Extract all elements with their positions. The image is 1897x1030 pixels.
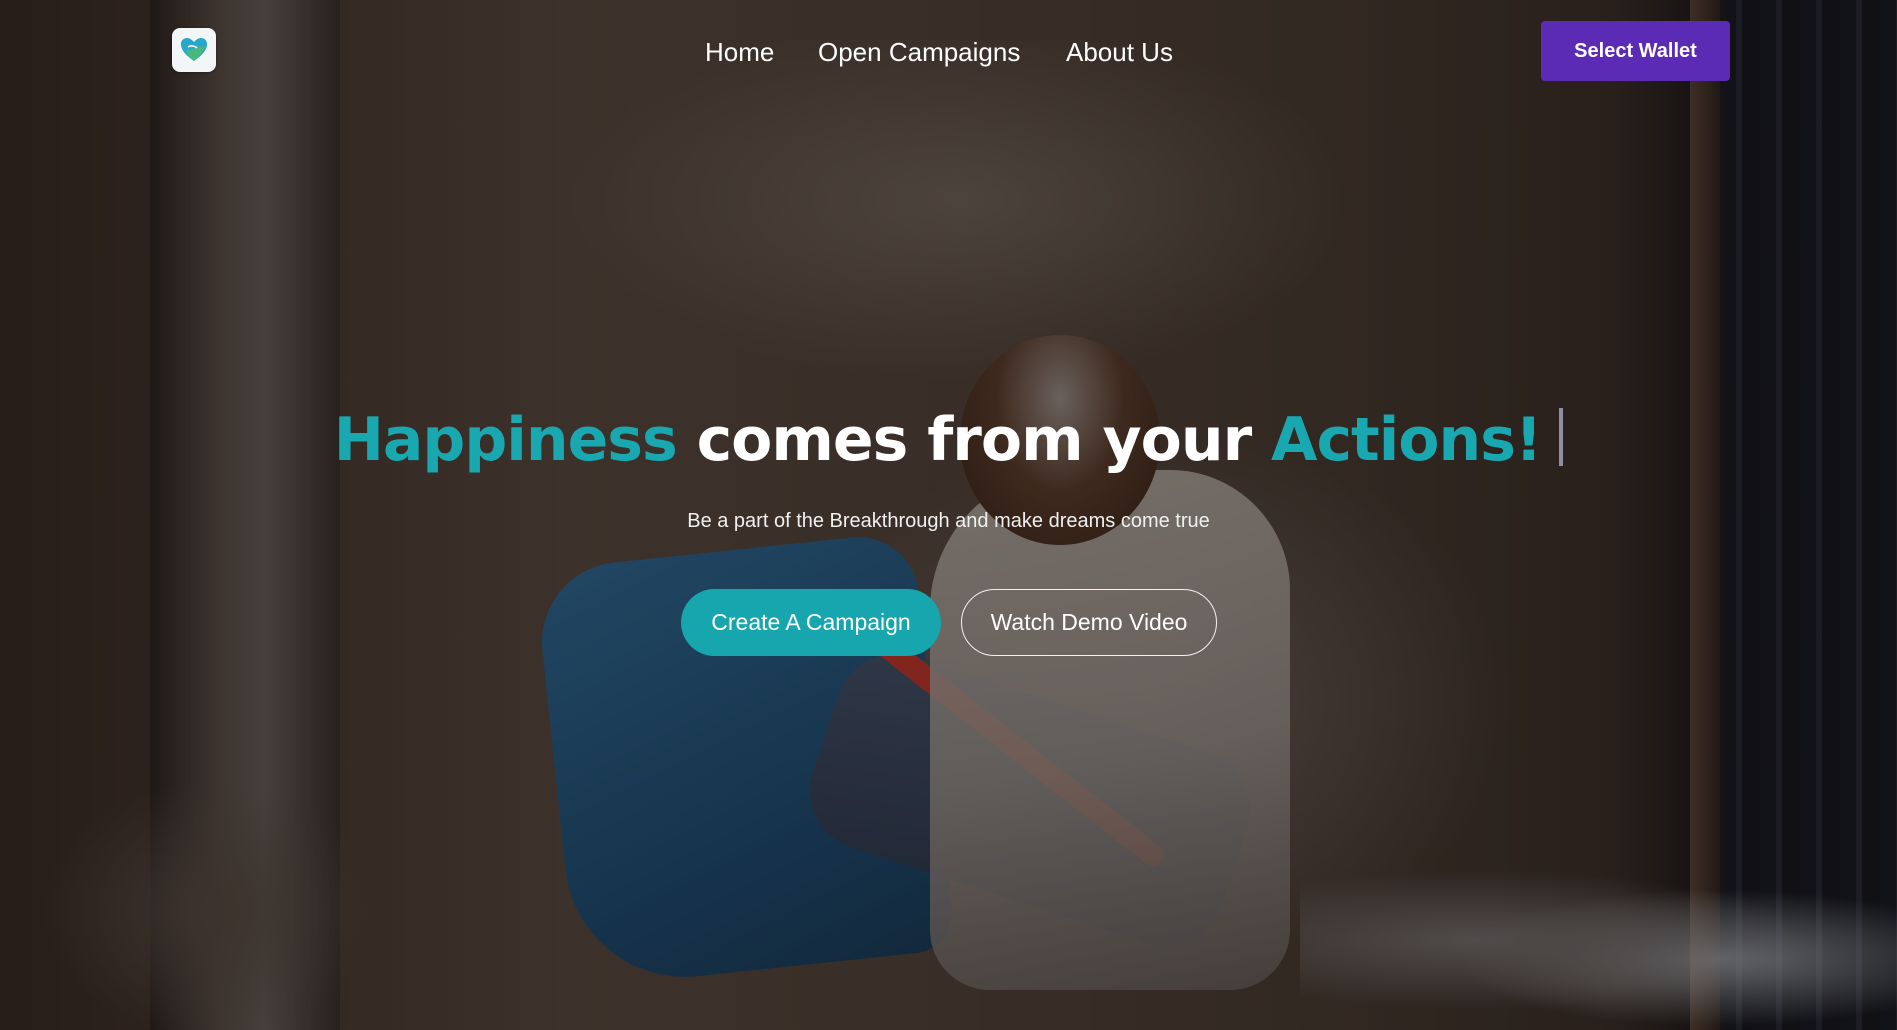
nav-link-open-campaigns[interactable]: Open Campaigns bbox=[818, 32, 1020, 72]
headline-happiness: Happiness bbox=[333, 405, 678, 475]
watch-demo-video-button[interactable]: Watch Demo Video bbox=[961, 589, 1217, 656]
select-wallet-button[interactable]: Select Wallet bbox=[1541, 21, 1730, 81]
typing-cursor bbox=[1559, 408, 1564, 466]
nav-link-home[interactable]: Home bbox=[705, 32, 774, 72]
headline-middle: comes from your bbox=[676, 405, 1272, 475]
headline-actions: Actions! bbox=[1271, 405, 1542, 475]
nav-link-about-us[interactable]: About Us bbox=[1066, 32, 1173, 72]
hero-headline: Happiness comes from your Actions! bbox=[0, 400, 1897, 480]
hero-subtitle: Be a part of the Breakthrough and make d… bbox=[687, 510, 1210, 532]
create-campaign-button[interactable]: Create A Campaign bbox=[681, 589, 941, 656]
